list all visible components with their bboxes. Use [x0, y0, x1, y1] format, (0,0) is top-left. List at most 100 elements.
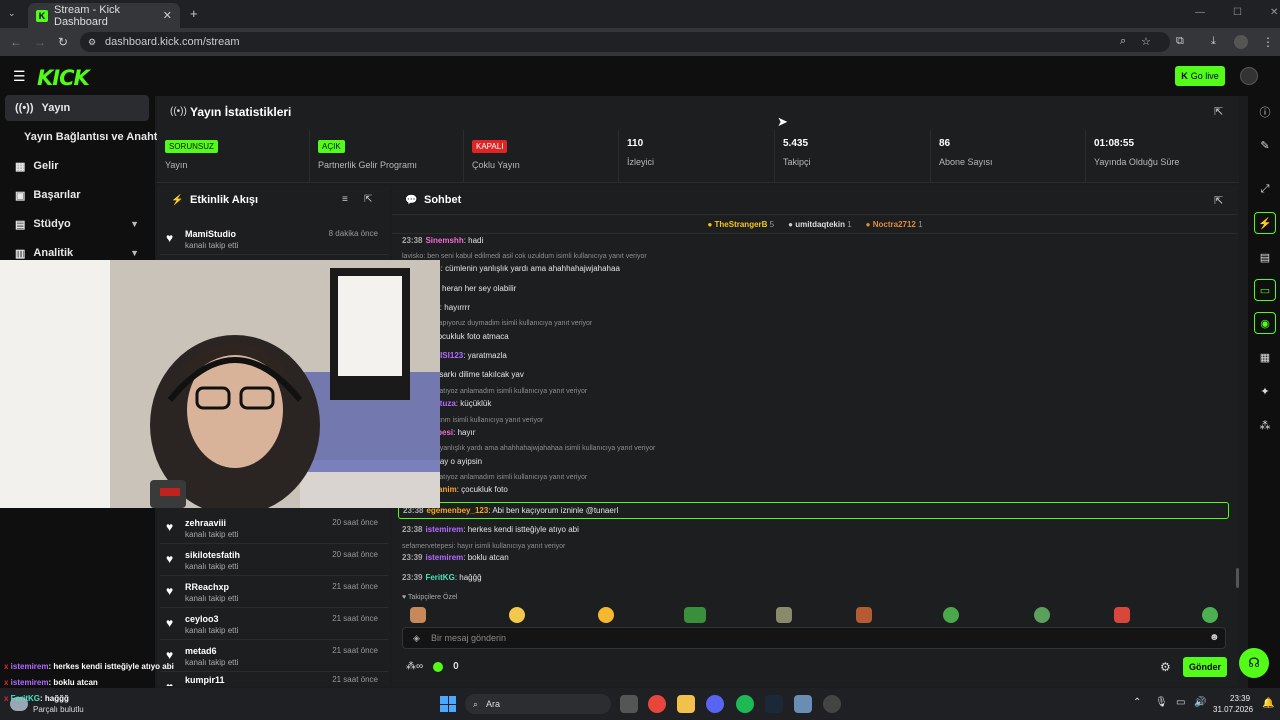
tab-close-icon[interactable]: ✕	[163, 9, 172, 22]
wrench-icon[interactable]: ✦	[1254, 380, 1276, 402]
discord-icon[interactable]	[706, 695, 724, 713]
weather-text[interactable]: Parçalı bulutlu	[33, 705, 84, 714]
tray-chevron-icon[interactable]: ⌃	[1133, 697, 1141, 708]
steam-icon[interactable]	[765, 695, 783, 713]
emote-icon[interactable]	[943, 607, 959, 623]
clock-time[interactable]: 23:39	[1230, 694, 1250, 703]
chat-message[interactable]: 23:38 egemenbey_123: Abi ben kaçıyorum iz…	[398, 502, 1229, 519]
edit-icon[interactable]: ✎	[1254, 134, 1276, 156]
share-icon[interactable]: ⁂	[1254, 414, 1276, 436]
chat-message[interactable]: 23:39 istemirem: boklu atcan	[402, 553, 509, 562]
follower-name[interactable]: ceyloo3	[185, 614, 219, 624]
tab-list-chevron-icon[interactable]: ⌄	[8, 8, 16, 19]
hamburger-menu-icon[interactable]: ☰	[13, 68, 26, 85]
message-username[interactable]: Sinemshh	[425, 236, 463, 245]
message-username[interactable]: FeritKG	[425, 573, 454, 582]
emote-icon[interactable]	[410, 607, 426, 623]
clock-date[interactable]: 31.07.2026	[1213, 705, 1253, 714]
chat-scrollbar[interactable]	[1236, 568, 1239, 588]
broadcast-tool-icon[interactable]: ◉	[1254, 312, 1276, 334]
network-icon[interactable]: ▭	[1176, 697, 1185, 708]
broadcast-icon: ((•))	[15, 102, 34, 114]
obs-icon[interactable]	[823, 695, 841, 713]
follower-name[interactable]: zehraaviii	[185, 518, 226, 528]
url-input[interactable]: dashboard.kick.com/stream	[80, 32, 1170, 52]
emote-icon[interactable]	[776, 607, 792, 623]
reload-icon[interactable]: ↻	[58, 35, 68, 49]
message-time: 23:38	[402, 236, 423, 245]
follower-name[interactable]: sikilotesfatih	[185, 550, 240, 560]
gifter-entry[interactable]: ● TheStrangerB 5	[707, 220, 774, 229]
sidebar-item-yayin[interactable]: ((•)) Yayın	[5, 95, 149, 121]
microphone-icon[interactable]: 🎙	[1155, 697, 1168, 708]
spotify-icon[interactable]	[736, 695, 754, 713]
message-username[interactable]: istemirem	[425, 553, 463, 562]
chat-settings-icon[interactable]: ⚙	[1160, 660, 1171, 674]
go-live-button[interactable]: K Go live	[1175, 66, 1225, 86]
emote-icon[interactable]	[856, 607, 872, 623]
file-explorer-icon[interactable]	[677, 695, 695, 713]
download-icon[interactable]: ⤓	[1211, 35, 1216, 48]
profile-avatar[interactable]	[1234, 35, 1248, 49]
sidebar-item-studyo[interactable]: ▤ Stüdyo ▼	[5, 211, 149, 237]
chat-input[interactable]: ◈ Bir mesaj gönderin ☻	[402, 627, 1226, 649]
chat-icon[interactable]: ▭	[1254, 279, 1276, 301]
windows-start-icon[interactable]	[440, 696, 456, 712]
taskbar-search[interactable]: ⌕ Ara	[465, 694, 611, 714]
close-window-icon[interactable]: ✕	[1270, 7, 1278, 18]
help-chat-button[interactable]: ☊	[1239, 648, 1269, 678]
sidebar-item-label: Analitik	[33, 247, 74, 259]
emote-icon[interactable]	[1114, 607, 1130, 623]
follower-name[interactable]: MamiStudio	[185, 229, 236, 239]
follower-name[interactable]: RReachxp	[185, 582, 229, 592]
channel-points[interactable]: ⁂∞ 0	[406, 661, 459, 672]
emote-icon[interactable]	[598, 607, 614, 623]
activity-time: 21 saat önce	[332, 646, 378, 655]
emote-icon[interactable]	[509, 607, 525, 623]
bookmark-star-icon[interactable]: ☆	[1141, 35, 1151, 48]
chat-message[interactable]: 23:38 istemirem: herkes kendi istteğiyle …	[402, 525, 579, 534]
emoji-icon[interactable]: ☻	[1209, 632, 1220, 643]
user-avatar[interactable]	[1240, 67, 1258, 85]
filter-icon[interactable]: ≡	[342, 194, 348, 205]
popout-icon[interactable]: ⇱	[364, 194, 372, 205]
browser-menu-icon[interactable]: ⋮	[1262, 35, 1274, 49]
follower-name[interactable]: metad6	[185, 646, 217, 656]
chrome-icon[interactable]	[648, 695, 666, 713]
site-info-icon[interactable]: ⚙	[88, 37, 96, 48]
chat-message[interactable]: 23:39 FeritKG: hağğğ	[402, 573, 482, 582]
document-icon[interactable]: ▤	[1254, 246, 1276, 268]
notifications-icon[interactable]: 🔔	[1262, 698, 1274, 709]
emote-icon[interactable]	[1034, 607, 1050, 623]
info-icon[interactable]: ⓘ	[1254, 101, 1276, 123]
sidebar-item-gelir[interactable]: ▦ Gelir	[5, 153, 149, 179]
maximize-icon[interactable]: ☐	[1233, 7, 1242, 18]
app-icon[interactable]	[794, 695, 812, 713]
stack-icon[interactable]: ▦	[1254, 346, 1276, 368]
sidebar-item-basarilar[interactable]: ▣ Başarılar	[5, 182, 149, 208]
message-username[interactable]: istemirem	[425, 525, 463, 534]
resize-icon[interactable]: ⤢	[1254, 178, 1276, 200]
extensions-icon[interactable]: ⧉	[1176, 35, 1184, 48]
kick-logo[interactable]: KICK	[37, 66, 90, 90]
gifter-entry[interactable]: ● umitdaqtekin 1	[788, 220, 852, 229]
popout-icon[interactable]: ⇱	[1214, 194, 1223, 207]
zoom-icon[interactable]: ⌕	[1120, 35, 1126, 48]
chat-message[interactable]: 23:38 Sinemshh: hadi	[402, 236, 483, 245]
minimize-icon[interactable]: —	[1195, 7, 1205, 18]
forward-icon[interactable]: →	[34, 35, 46, 49]
emote-icon[interactable]	[1202, 607, 1218, 623]
browser-tab[interactable]: K Stream - Kick Dashboard ✕	[28, 3, 180, 28]
volume-icon[interactable]: 🔊	[1194, 697, 1206, 708]
gifter-entry[interactable]: ● Noctra2712 1	[866, 220, 923, 229]
send-button[interactable]: Gönder	[1183, 657, 1227, 677]
emote-icon[interactable]	[684, 607, 706, 623]
new-tab-icon[interactable]: +	[190, 6, 198, 21]
lightning-icon[interactable]: ⚡	[1254, 212, 1276, 234]
message-text: hadi	[468, 236, 484, 245]
follower-name[interactable]: kumpir11	[185, 675, 225, 685]
popout-icon[interactable]: ⇱	[1214, 105, 1223, 118]
back-icon[interactable]: ←	[10, 35, 22, 49]
task-view-icon[interactable]	[620, 695, 638, 713]
sidebar-item-stream-key[interactable]: Yayın Bağlantısı ve Anahtarı	[5, 124, 171, 150]
